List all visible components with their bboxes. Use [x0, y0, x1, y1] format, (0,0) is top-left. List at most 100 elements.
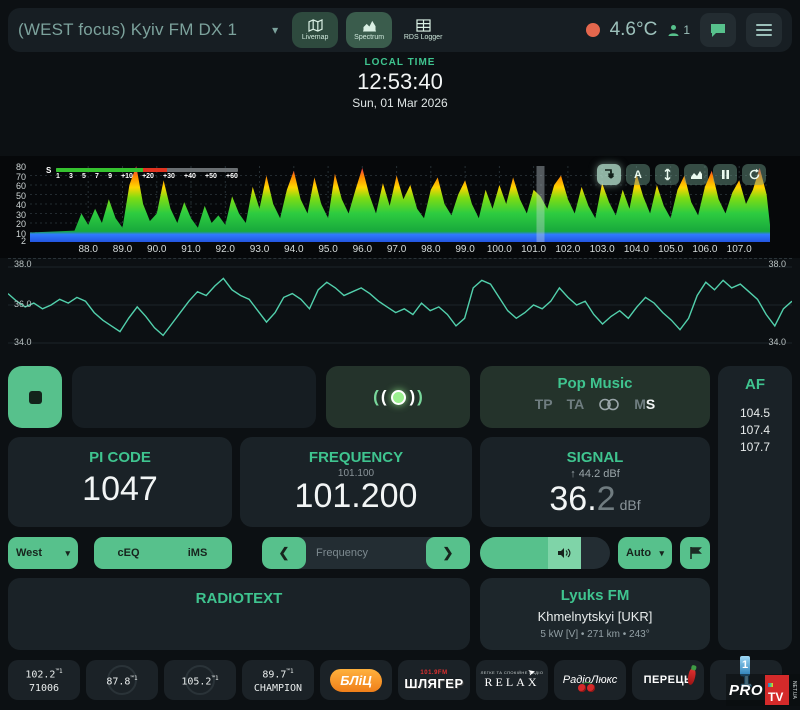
pause-icon [719, 168, 732, 181]
livemap-button[interactable]: Livemap [292, 12, 338, 48]
ta-flag: TA [567, 396, 585, 412]
stop-icon [29, 391, 42, 404]
server-title[interactable]: (WEST focus) Kyiv FM DX 1 [18, 20, 237, 40]
tune-up-button[interactable]: ❯ [426, 537, 470, 569]
table-grid-icon [416, 19, 431, 32]
af-label: AF [718, 376, 792, 393]
chat-button[interactable] [700, 13, 736, 47]
pause-button[interactable] [713, 164, 737, 185]
spectrum-x-tick: 97.0 [387, 244, 406, 255]
preset-station-3[interactable]: 105.2™1 [164, 660, 236, 700]
frequency-label: FREQUENCY [240, 449, 472, 466]
preset-station-lux[interactable]: РадіоЛюкс [554, 660, 626, 700]
spectrum-x-tick: 101.0 [521, 244, 546, 255]
preset-station-4[interactable]: 89.7™1 CHAMPION [242, 660, 314, 700]
rds-logger-button[interactable]: RDS Logger [400, 12, 446, 48]
hist-label-36-left: 36.0 [14, 299, 32, 309]
spectrum-x-tick: 104.0 [624, 244, 649, 255]
chevron-down-icon: ▾ [659, 548, 664, 559]
clock-time: 12:53:40 [0, 69, 800, 95]
frequency-input[interactable] [306, 537, 426, 569]
chat-bubble-icon [710, 23, 726, 38]
spectrum-y-tick: 80 [16, 162, 26, 172]
hist-label-38-left: 38.0 [14, 259, 32, 269]
tuned-frequency-marker [537, 166, 545, 242]
spectrum-y-tick: 30 [16, 210, 26, 220]
spectrum-button[interactable]: Spectrum [346, 12, 392, 48]
ims-button[interactable]: iMS [163, 537, 232, 569]
hamburger-icon [756, 24, 772, 36]
spectrum-x-tick: 93.0 [250, 244, 269, 255]
preset-station-perets[interactable]: ПЕРЕЦЬ [632, 660, 704, 700]
spectrum-graph-button[interactable] [684, 164, 708, 185]
af-panel: AF 104.5107.4107.7 [718, 366, 792, 650]
s-meter-label: S [46, 166, 51, 175]
spectrum-x-tick: 99.0 [455, 244, 474, 255]
auto-scan-button[interactable]: A [626, 164, 650, 185]
hist-label-34-right: 34.0 [768, 337, 786, 347]
preset-station-blitz[interactable]: БЛіЦ [320, 660, 392, 700]
station-name: Lyuks FM [480, 587, 710, 604]
temperature: 4.6°C [610, 19, 658, 41]
ukraine-flag-icon [245, 23, 266, 37]
volume-fill [480, 537, 548, 569]
signal-history-plot [8, 259, 792, 355]
station-details: 5 kW [V] • 271 km • 243° [480, 629, 710, 640]
preset-station-relax[interactable]: ЛЕГКЕ ТА СПОКІЙНЕ РАДІО RELAX ➤ [476, 660, 548, 700]
ps-name-panel [72, 366, 316, 428]
antenna-select[interactable]: West▾ [8, 537, 78, 569]
spectrum-x-tick: 98.0 [421, 244, 440, 255]
spectrum-analyzer[interactable]: 80706050403020102 S 13579+10+20+30+40+50… [0, 156, 800, 258]
scan-updown-icon [661, 168, 674, 181]
preset-station-1[interactable]: 102.2™1 71006 [8, 660, 80, 700]
spectrum-x-tick: 90.0 [147, 244, 166, 255]
spectrum-y-tick: 60 [16, 181, 26, 191]
pty-panel: Pop Music TP TA MS [480, 366, 710, 428]
ms-flag: MS [634, 396, 655, 412]
speaker-icon [557, 547, 571, 559]
listener-count: 1 [667, 23, 690, 37]
flag-report-button[interactable] [680, 537, 710, 569]
af-frequency[interactable]: 107.7 [718, 439, 792, 456]
chevron-down-icon[interactable]: ▾ [272, 23, 278, 37]
spectrum-x-tick: 103.0 [590, 244, 615, 255]
frequency-value[interactable]: 101.200 [240, 479, 472, 513]
header: (WEST focus) Kyiv FM DX 1 ▾ Livemap Spec… [8, 8, 792, 52]
fmdx-webserver-app: (WEST focus) Kyiv FM DX 1 ▾ Livemap Spec… [0, 0, 800, 710]
spectrum-x-tick: 91.0 [181, 244, 200, 255]
spectrum-y-tick: 50 [16, 191, 26, 201]
frequency-stepper: ❮ ❯ [262, 537, 470, 569]
mode-select[interactable]: Auto▾ [618, 537, 672, 569]
preset-station-2[interactable]: 87.8™1 [86, 660, 158, 700]
scan-down-icon [603, 168, 616, 181]
volume-handle[interactable] [548, 537, 582, 569]
watermark-one-icon [740, 656, 750, 676]
af-frequency-list[interactable]: 104.5107.4107.7 [718, 405, 792, 456]
signal-peak: ↑ 44.2 dBf [480, 468, 710, 480]
refresh-button[interactable] [742, 164, 766, 185]
af-frequency[interactable]: 107.4 [718, 422, 792, 439]
spectrum-x-tick: 96.0 [353, 244, 372, 255]
spectrum-x-tick: 100.0 [487, 244, 512, 255]
preset-station-shlyager[interactable]: 101.9FM ШЛЯГЕР [398, 660, 470, 700]
volume-slider[interactable] [480, 537, 610, 569]
station-info-panel: Lyuks FM Khmelnytskyi [UKR] 5 kW [V] • 2… [480, 578, 710, 650]
signal-panel: SIGNAL ↑ 44.2 dBf 36.2dBf [480, 437, 710, 527]
spectrum-x-tick: 106.0 [692, 244, 717, 255]
scan-down-button[interactable] [597, 164, 621, 185]
pi-code-panel: PI CODE 1047 [8, 437, 232, 527]
scan-updown-button[interactable] [655, 164, 679, 185]
spectrum-y-axis: 80706050403020102 [4, 166, 28, 242]
chevron-down-icon: ▾ [65, 548, 70, 559]
stop-button[interactable] [8, 366, 62, 428]
tv-logo: TV [765, 675, 789, 705]
af-frequency[interactable]: 104.5 [718, 405, 792, 422]
tune-down-button[interactable]: ❮ [262, 537, 306, 569]
antenna-signal-button[interactable]: (()) [326, 366, 470, 428]
frequency-panel: FREQUENCY 101.100 101.200 [240, 437, 472, 527]
eq-button[interactable]: cEQ [94, 537, 163, 569]
spectrum-x-tick: 102.0 [555, 244, 580, 255]
spectrum-toolbar: A [597, 164, 766, 185]
blitz-logo: БЛіЦ [330, 669, 381, 692]
menu-button[interactable] [746, 13, 782, 47]
